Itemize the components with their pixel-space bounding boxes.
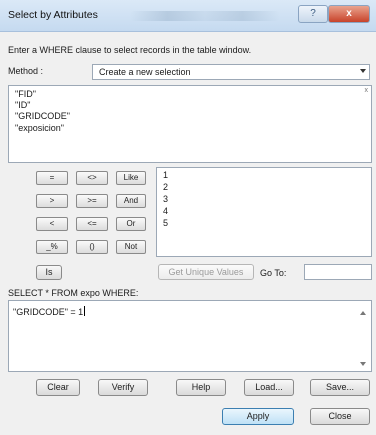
fields-list[interactable]: "FID" "ID" "GRIDCODE" "exposicion" x <box>8 85 372 163</box>
and-button[interactable]: And <box>116 194 146 208</box>
where-clause-text: "GRIDCODE" = 1 <box>13 306 86 317</box>
equals-button[interactable]: = <box>36 171 68 185</box>
help-icon[interactable]: ? <box>298 5 328 23</box>
value-item[interactable]: 4 <box>163 206 168 216</box>
chevron-down-icon <box>360 69 366 73</box>
title-bar-blur <box>130 11 280 21</box>
less-equal-button[interactable]: <= <box>76 217 108 231</box>
goto-label: Go To: <box>260 268 287 278</box>
parentheses-button[interactable]: () <box>76 240 108 254</box>
value-item[interactable]: 2 <box>163 182 168 192</box>
value-item[interactable]: 3 <box>163 194 168 204</box>
load-button[interactable]: Load... <box>244 379 294 396</box>
goto-input[interactable] <box>304 264 372 280</box>
clear-button[interactable]: Clear <box>36 379 80 396</box>
get-unique-values-button[interactable]: Get Unique Values <box>158 264 254 280</box>
scroll-down-icon[interactable] <box>360 362 366 366</box>
method-label: Method : <box>8 66 44 76</box>
value-item[interactable]: 1 <box>163 170 168 180</box>
not-button[interactable]: Not <box>116 240 146 254</box>
less-than-button[interactable]: < <box>36 217 68 231</box>
select-by-attributes-dialog: Select by Attributes ? x Enter a WHERE c… <box>0 0 376 435</box>
where-clause-textarea[interactable]: "GRIDCODE" = 1 <box>8 300 372 372</box>
value-item[interactable]: 5 <box>163 218 168 228</box>
field-item[interactable]: "ID" <box>15 100 30 110</box>
close-button[interactable]: Close <box>310 408 370 425</box>
not-equals-button[interactable]: <> <box>76 171 108 185</box>
sql-prefix-label: SELECT * FROM expo WHERE: <box>8 288 139 298</box>
like-button[interactable]: Like <box>116 171 146 185</box>
apply-button[interactable]: Apply <box>222 408 294 425</box>
field-item[interactable]: "exposicion" <box>15 123 64 133</box>
save-button[interactable]: Save... <box>310 379 370 396</box>
method-dropdown[interactable]: Create a new selection <box>92 64 370 80</box>
unique-values-list[interactable]: 1 2 3 4 5 <box>156 167 372 257</box>
title-bar[interactable]: Select by Attributes ? x <box>0 0 376 32</box>
close-icon[interactable]: x <box>328 5 370 23</box>
greater-than-button[interactable]: > <box>36 194 68 208</box>
wildcard-button[interactable]: _% <box>36 240 68 254</box>
is-button[interactable]: Is <box>36 265 62 280</box>
field-item[interactable]: "FID" <box>15 89 36 99</box>
scroll-marker: x <box>364 87 369 94</box>
window-title: Select by Attributes <box>8 9 98 21</box>
verify-button[interactable]: Verify <box>98 379 148 396</box>
field-item[interactable]: "GRIDCODE" <box>15 111 70 121</box>
or-button[interactable]: Or <box>116 217 146 231</box>
method-value: Create a new selection <box>99 67 191 77</box>
greater-equal-button[interactable]: >= <box>76 194 108 208</box>
instructions-text: Enter a WHERE clause to select records i… <box>8 45 252 55</box>
scroll-up-icon[interactable] <box>360 311 366 315</box>
help-button[interactable]: Help <box>176 379 226 396</box>
